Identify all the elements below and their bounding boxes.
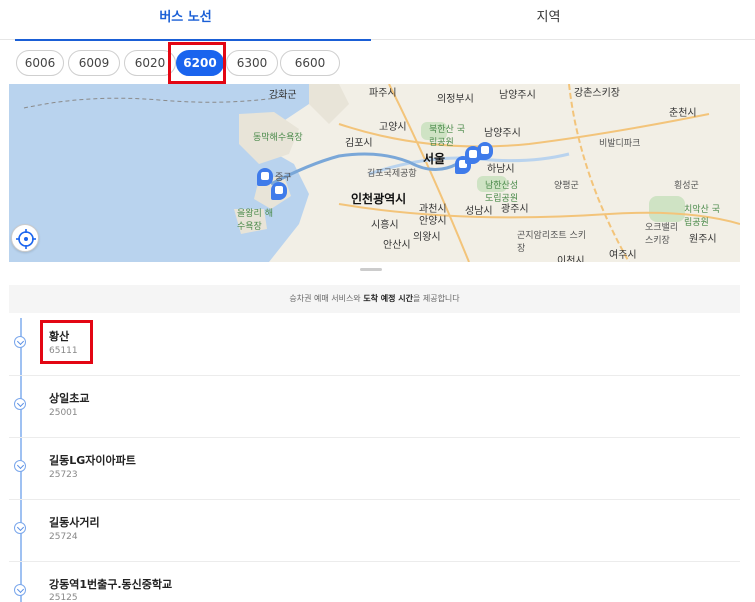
map-label-icheon: 이천시 [557,256,585,262]
stop-list-item[interactable]: 상일초교 25001 [9,376,740,438]
chevron-down-icon [14,584,26,596]
route-chip-6300[interactable]: 6300 [226,50,278,76]
stop-code: 25723 [49,470,78,480]
stop-list-item[interactable]: 강동역1번출구.동신중학교 25125 [9,562,740,602]
map-label-incheon: 인천광역시 [351,192,407,206]
tab-region[interactable]: 지역 [371,0,726,40]
map-label-gangchon: 강촌스키장 [574,88,620,99]
stop-code: 25001 [49,408,78,418]
map-label-anyang: 안양시 [419,216,447,227]
route-map[interactable]: 강화군 파주시 의정부시 남양주시 강촌스키장 춘천시 동막해수욕장 고양시 북… [9,84,740,262]
tab-region-label: 지역 [536,10,561,25]
crosshair-icon [16,229,36,249]
stop-code: 25724 [49,532,78,542]
map-label-hoengseong: 횡성군 [674,181,699,191]
map-label-wonju: 원주시 [689,234,717,245]
notice-suffix: 을 제공합니다 [412,294,460,303]
map-label-biwal: 비발디파크 [599,139,641,149]
stop-list-item[interactable]: 길동사거리 25724 [9,500,740,562]
map-label-ansan: 안산시 [383,240,411,251]
bus-stop-marker[interactable] [257,168,273,186]
map-label-chuncheon: 춘천시 [669,108,697,119]
current-location-button[interactable] [11,224,39,252]
route-chip-6600[interactable]: 6600 [280,50,340,76]
map-label-oak: 오크밸리 스키장 [645,223,679,246]
map-label-paju: 파주시 [369,88,397,99]
map-label-bukhansan: 북한산 국립공원 [429,125,465,148]
map-label-dongmak: 동막해수욕장 [253,133,303,143]
tab-bus-route[interactable]: 버스 노선 [0,0,371,41]
bus-stop-marker[interactable] [271,182,287,200]
map-label-eulwang: 을왕리 해수욕장 [237,209,273,232]
map-label-gonjiam: 곤지암리조트 스키장 [517,231,587,254]
map-label-siheung: 시흥시 [371,220,399,231]
stop-list-item[interactable]: 황산 65111 [9,314,740,376]
service-notice: 승차권 예매 서비스와 도착 예정 시간을 제공합니다 [9,285,740,313]
stop-name: 길동LG자이아파트 [49,454,136,467]
map-label-namyangju: 남양주시 [484,128,521,139]
chevron-down-icon [14,336,26,348]
chevron-down-icon [14,398,26,410]
stop-name: 강동역1번출구.동신중학교 [49,578,173,591]
tab-bar: 버스 노선 지역 [0,0,755,41]
stop-name: 길동사거리 [49,516,100,529]
map-label-yangpyeong: 양평군 [554,181,579,191]
stop-list-item[interactable]: 길동LG자이아파트 25723 [9,438,740,500]
map-label-goyang: 고양시 [379,122,407,133]
stop-name: 상일초교 [49,392,90,405]
route-chip-6006[interactable]: 6006 [16,50,64,76]
highlight-box-route [168,42,226,84]
map-label-hanam: 하남시 [487,164,515,175]
map-label-uiwang: 의왕시 [413,232,441,243]
highlight-box-stop [40,320,93,364]
map-label-yeoju: 여주시 [609,250,637,261]
map-label-gimpo: 김포시 [345,138,373,149]
route-chip-6009[interactable]: 6009 [68,50,120,76]
map-label-seoul: 서울 [423,152,446,166]
drag-handle[interactable] [360,268,382,271]
map-label-uijeongbu: 의정부시 [437,94,474,105]
tab-bus-route-label: 버스 노선 [159,10,212,25]
map-label-ganghwa: 강화군 [269,90,297,101]
map-label-chiak: 치악산 국립공원 [684,205,720,228]
notice-prefix: 승차권 예매 서비스와 [289,294,364,303]
chevron-down-icon [14,522,26,534]
bus-stop-marker[interactable] [477,142,493,160]
map-label-gwangju: 광주시 [501,204,529,215]
notice-bold: 도착 예정 시간 [363,294,413,303]
active-tab-underline [15,39,371,41]
map-label-gimpo-airport: 김포국제공항 [367,169,417,179]
stop-code: 25125 [49,593,78,602]
chevron-down-icon [14,460,26,472]
map-label-seongnam: 성남시 [465,206,493,217]
map-label-namyangju-top: 남양주시 [499,90,536,101]
